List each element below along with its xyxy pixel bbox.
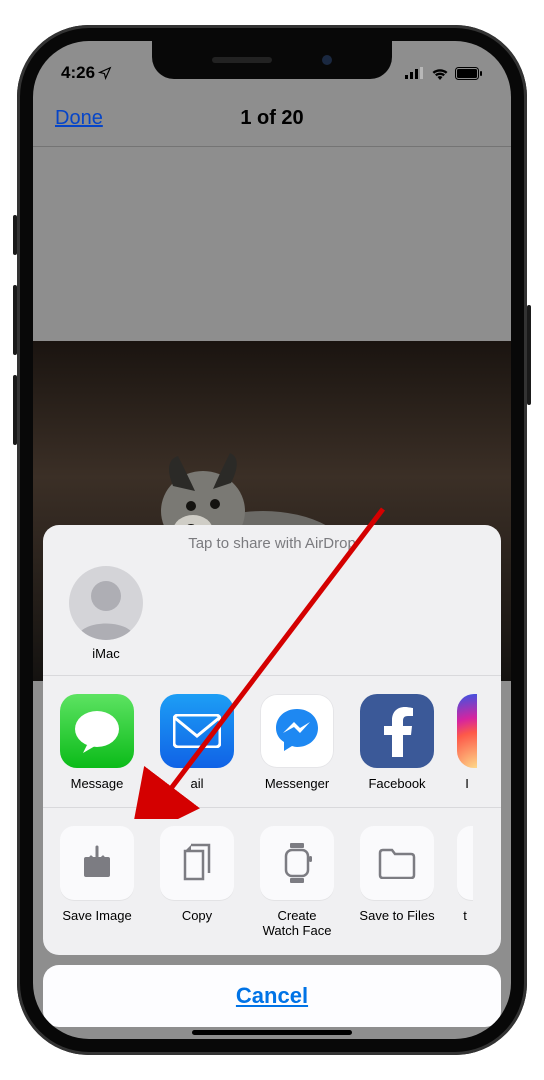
mute-switch xyxy=(13,215,17,255)
share-app-label: Message xyxy=(57,776,137,791)
battery-icon xyxy=(455,67,483,80)
share-app-label: Facebook xyxy=(357,776,437,791)
side-button xyxy=(527,305,531,405)
airdrop-target-label: iMac xyxy=(61,646,151,661)
notch xyxy=(152,41,392,79)
action-row[interactable]: Save Image Copy Create Watch Face xyxy=(43,808,501,955)
cancel-button[interactable]: Cancel xyxy=(43,965,501,1027)
share-app-instagram[interactable]: I xyxy=(457,694,477,791)
share-app-messenger[interactable]: Messenger xyxy=(257,694,337,791)
wifi-icon xyxy=(431,67,449,80)
airdrop-hint: Tap to share with AirDrop xyxy=(43,525,501,560)
share-app-label: Messenger xyxy=(257,776,337,791)
share-app-label: ail xyxy=(157,776,237,791)
app-row[interactable]: Message ail Messenger xyxy=(43,676,501,808)
volume-down-button xyxy=(13,375,17,445)
action-label: Create Watch Face xyxy=(257,908,337,939)
action-label: Save to Files xyxy=(357,908,437,924)
location-icon xyxy=(98,66,112,80)
done-button[interactable]: Done xyxy=(55,107,103,130)
person-silhouette-icon xyxy=(69,566,143,640)
nav-bar: Done 1 of 20 xyxy=(33,91,511,147)
mail-icon xyxy=(160,694,234,768)
action-more[interactable]: t xyxy=(457,826,473,939)
action-save-image[interactable]: Save Image xyxy=(57,826,137,939)
share-sheet: Tap to share with AirDrop iMac Me xyxy=(43,525,501,1027)
airdrop-row: iMac xyxy=(43,560,501,676)
front-camera xyxy=(322,55,332,65)
home-indicator[interactable] xyxy=(192,1030,352,1035)
action-copy[interactable]: Copy xyxy=(157,826,237,939)
share-app-mail[interactable]: ail xyxy=(157,694,237,791)
facebook-icon xyxy=(360,694,434,768)
phone-frame: 4:26 Done 1 of 20 xyxy=(17,25,527,1055)
share-app-label: I xyxy=(457,776,477,791)
screen: 4:26 Done 1 of 20 xyxy=(33,41,511,1039)
speaker-grille xyxy=(212,57,272,63)
action-more-icon xyxy=(457,826,473,900)
copy-icon xyxy=(160,826,234,900)
watch-icon xyxy=(260,826,334,900)
folder-icon xyxy=(360,826,434,900)
action-label: t xyxy=(457,908,473,924)
photo-counter: 1 of 20 xyxy=(240,107,303,130)
volume-up-button xyxy=(13,285,17,355)
save-image-icon xyxy=(60,826,134,900)
share-app-facebook[interactable]: Facebook xyxy=(357,694,437,791)
action-create-watch-face[interactable]: Create Watch Face xyxy=(257,826,337,939)
action-label: Copy xyxy=(157,908,237,924)
messages-icon xyxy=(60,694,134,768)
cancel-label: Cancel xyxy=(236,983,308,1009)
clock: 4:26 xyxy=(61,63,95,83)
instagram-icon xyxy=(457,694,477,768)
messenger-icon xyxy=(260,694,334,768)
action-save-to-files[interactable]: Save to Files xyxy=(357,826,437,939)
share-app-message[interactable]: Message xyxy=(57,694,137,791)
airdrop-target-imac[interactable]: iMac xyxy=(61,566,151,661)
cellular-signal-icon xyxy=(405,67,425,79)
action-label: Save Image xyxy=(57,908,137,924)
